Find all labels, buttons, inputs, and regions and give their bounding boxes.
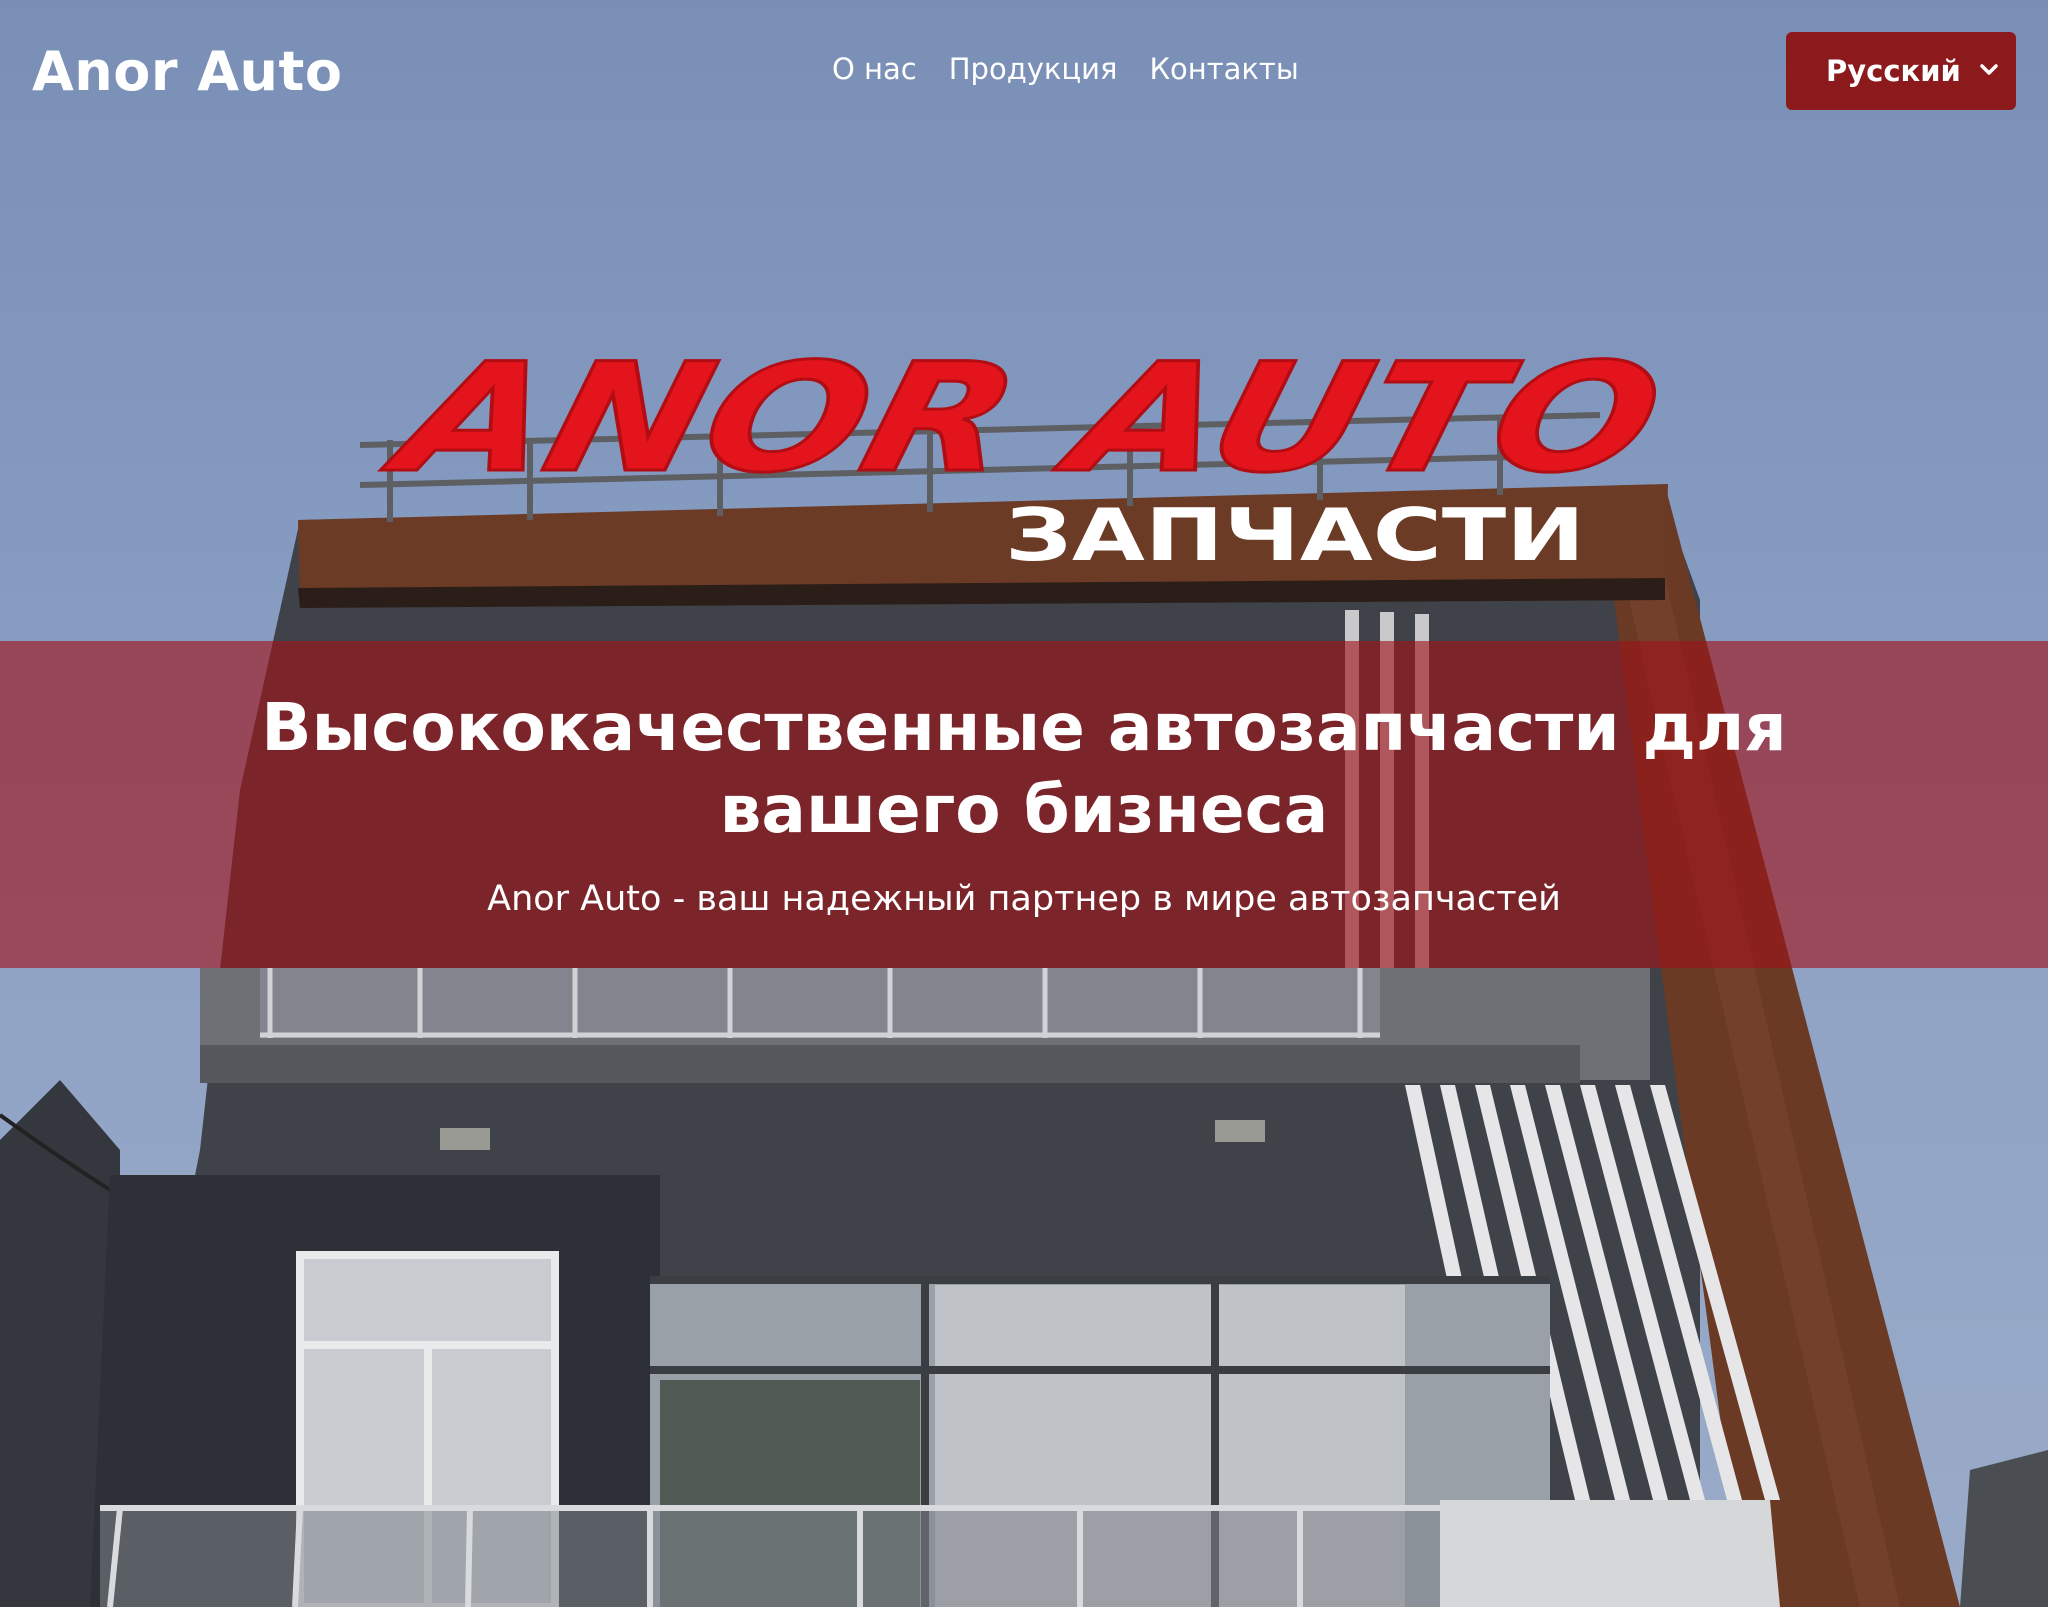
nav-link-products[interactable]: Продукция xyxy=(949,52,1118,86)
brand-logo-link[interactable]: Anor Auto xyxy=(32,40,342,103)
top-navbar: Anor Auto О нас Продукция Контакты Русск… xyxy=(0,0,2048,150)
language-select[interactable]: Русский xyxy=(1786,32,2016,110)
store-sign-sub: ЗАПЧАСТИ xyxy=(1005,493,1585,577)
nav-link-contacts[interactable]: Контакты xyxy=(1149,52,1298,86)
hero-heading: Высококачественные автозапчасти для ваше… xyxy=(261,689,1787,848)
chevron-down-icon xyxy=(1980,64,1998,75)
hero-section: ANOR AUTO ЗАПЧАСТИ Anor Auto О нас Проду… xyxy=(0,0,2048,1607)
hero-subheading: Anor Auto - ваш надежный партнер в мире … xyxy=(487,879,1561,919)
hero-banner: Высококачественные автозапчасти для ваше… xyxy=(0,641,2048,968)
main-nav: О нас Продукция Контакты xyxy=(832,52,1299,86)
language-select-value: Русский xyxy=(1826,54,1961,88)
nav-link-about[interactable]: О нас xyxy=(832,52,917,86)
store-sign-main: ANOR AUTO xyxy=(372,331,1678,505)
